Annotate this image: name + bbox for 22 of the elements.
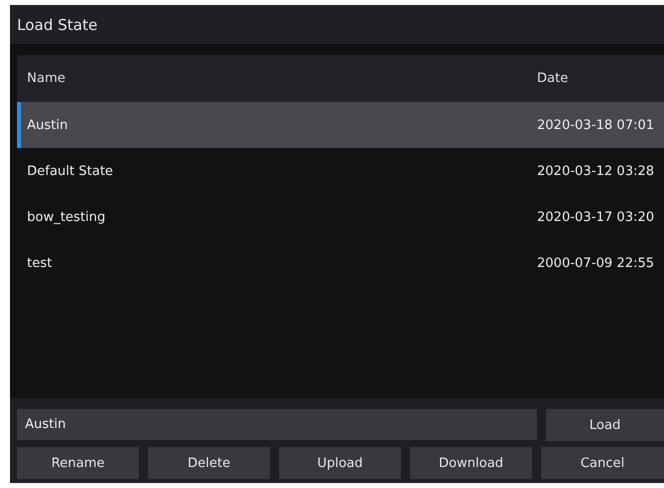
name-cell-text: Austin xyxy=(26,118,69,132)
name-field[interactable]: Austin xyxy=(17,409,537,440)
name-cell-text: test xyxy=(26,256,53,270)
table-row[interactable]: test 2000-07-09 22:55 xyxy=(17,240,664,286)
load-button[interactable]: Load xyxy=(546,409,664,441)
action-button[interactable]: Cancel xyxy=(541,447,664,479)
date-cell-text: 2020-03-12 03:28 xyxy=(537,164,656,178)
column-header: Date xyxy=(537,71,570,86)
table-row[interactable]: Austin 2020-03-18 07:01 xyxy=(17,102,664,148)
name-cell-text: Default State xyxy=(26,164,114,178)
table-row[interactable]: bow_testing 2020-03-17 03:20 xyxy=(17,194,664,240)
name-cell-text: bow_testing xyxy=(26,210,106,224)
action-button[interactable]: Upload xyxy=(279,447,401,479)
action-button[interactable]: Delete xyxy=(148,447,270,479)
table-row[interactable]: Default State 2020-03-12 03:28 xyxy=(17,148,664,194)
window-title: Load State xyxy=(10,5,664,45)
date-cell-text: 2020-03-17 03:20 xyxy=(537,210,656,224)
column-header: Name xyxy=(26,71,66,86)
date-cell-text: 2020-03-18 07:01 xyxy=(537,118,656,132)
action-button[interactable]: Rename xyxy=(17,447,139,479)
action-button[interactable]: Download xyxy=(410,447,532,479)
date-cell-text: 2000-07-09 22:55 xyxy=(537,256,656,270)
